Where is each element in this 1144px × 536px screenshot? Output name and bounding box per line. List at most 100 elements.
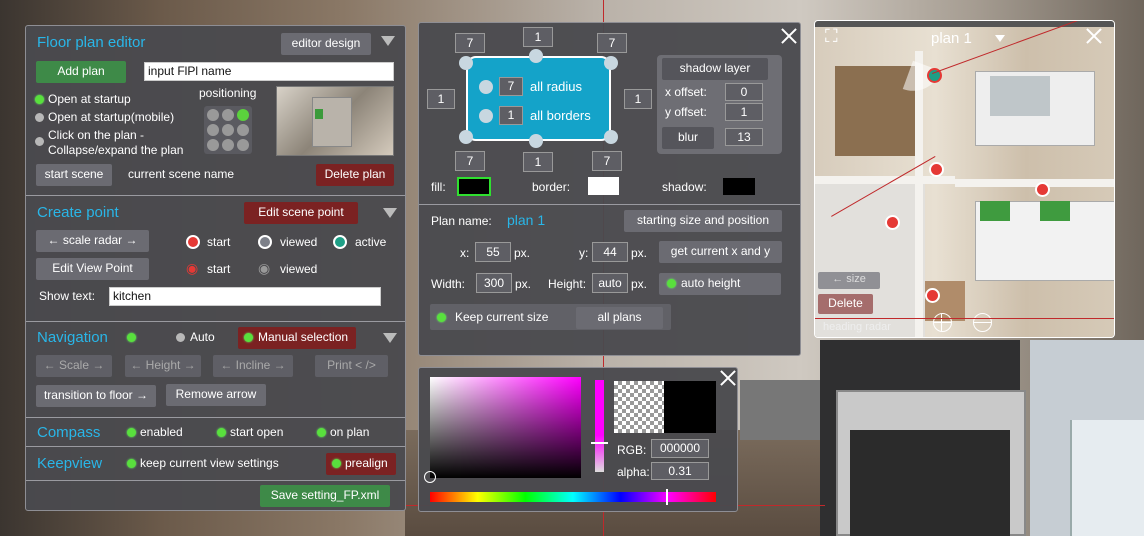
fullscreen-icon[interactable]: ⛶ [825, 26, 838, 47]
color-cursor[interactable] [424, 471, 436, 483]
hue-slider[interactable] [430, 492, 716, 502]
alpha-input[interactable]: 0.31 [651, 462, 709, 480]
shadow-color-swatch[interactable] [723, 178, 755, 195]
shadow-layer-button[interactable]: shadow layer [662, 58, 768, 80]
plan-point[interactable] [929, 162, 944, 177]
viewed-eye-icon[interactable]: ◉ [258, 260, 270, 277]
show-text-input[interactable]: kitchen [109, 287, 381, 306]
open-startup-mobile-radio[interactable] [35, 113, 44, 122]
y-input[interactable]: 44 [592, 242, 628, 262]
remove-arrow-button[interactable]: Remowe arrow [166, 384, 266, 406]
start-open-radio[interactable] [217, 428, 226, 437]
position-cell[interactable] [222, 139, 234, 151]
on-plan-radio[interactable] [317, 428, 326, 437]
click-collapse-radio[interactable] [35, 137, 44, 146]
handle-top[interactable] [529, 49, 543, 63]
border-right[interactable]: 1 [624, 89, 652, 109]
delete-plan-button[interactable]: Delete plan [316, 164, 394, 186]
start-point-color[interactable] [186, 235, 200, 249]
all-borders-input[interactable]: 1 [499, 106, 523, 125]
position-cell-selected[interactable] [237, 109, 249, 121]
border-left[interactable]: 1 [427, 89, 455, 109]
preview-delete-button[interactable]: Delete [818, 294, 873, 314]
radius-bottom-right[interactable]: 7 [592, 151, 622, 171]
auto-height-button[interactable]: auto height [659, 273, 781, 295]
start-eye-icon[interactable]: ◉ [186, 260, 198, 277]
active-point-color[interactable] [333, 235, 347, 249]
all-radius-input[interactable]: 7 [499, 77, 523, 96]
scale-radar-button[interactable]: ← scale radar → [36, 230, 149, 252]
plan-dropdown-icon[interactable] [995, 35, 1005, 42]
handle-bottom-right[interactable] [604, 130, 618, 144]
close-icon[interactable] [1085, 27, 1103, 45]
position-cell[interactable] [222, 124, 234, 136]
blur-input[interactable]: 13 [725, 128, 763, 146]
border-color-swatch[interactable] [588, 177, 619, 195]
x-offset-input[interactable]: 0 [725, 83, 763, 101]
edit-view-point-button[interactable]: Edit View Point [36, 258, 149, 280]
keep-current-radio[interactable] [127, 459, 136, 468]
start-scene-button[interactable]: start scene [36, 164, 112, 186]
saturation-value-area[interactable] [430, 377, 581, 478]
handle-bottom-left[interactable] [459, 130, 473, 144]
position-cell[interactable] [222, 109, 234, 121]
save-settings-button[interactable]: Save setting_FP.xml [260, 485, 390, 507]
hue-slider-handle[interactable] [666, 489, 668, 505]
radius-bottom-left[interactable]: 7 [455, 151, 485, 171]
height-input[interactable]: auto [592, 273, 628, 293]
border-bottom[interactable]: 1 [523, 152, 553, 172]
get-current-xy-button[interactable]: get current x and y [659, 241, 782, 263]
scale-button[interactable]: ← Scale → [36, 355, 112, 377]
print-button[interactable]: Print < /> [315, 355, 388, 377]
close-icon[interactable] [719, 369, 737, 387]
transition-floor-button[interactable]: transition to floor → [36, 385, 156, 407]
collapse-arrow-icon[interactable] [383, 333, 397, 343]
alpha-slider[interactable] [595, 380, 604, 472]
blur-button[interactable]: blur [662, 127, 714, 149]
position-cell[interactable] [207, 124, 219, 136]
position-cell[interactable] [207, 139, 219, 151]
enabled-radio[interactable] [127, 428, 136, 437]
size-button[interactable]: ← size [818, 272, 880, 289]
position-cell[interactable] [237, 124, 249, 136]
positioning-grid[interactable] [204, 106, 252, 154]
y-offset-input[interactable]: 1 [725, 103, 763, 121]
add-plan-button[interactable]: Add plan [36, 61, 126, 83]
handle-top-right[interactable] [604, 56, 618, 70]
x-input[interactable]: 55 [475, 242, 511, 262]
starting-size-button[interactable]: starting size and position [624, 210, 782, 232]
position-cell[interactable] [207, 109, 219, 121]
handle-top-left[interactable] [459, 56, 473, 70]
border-handle[interactable] [479, 109, 493, 123]
plan-point[interactable] [1035, 182, 1050, 197]
rgb-input[interactable]: 000000 [651, 439, 709, 458]
plan-preview[interactable]: ⛶ plan 1 ← size Delete heading radar [814, 20, 1115, 338]
radius-top-right[interactable]: 7 [597, 33, 627, 53]
open-startup-radio[interactable] [35, 95, 44, 104]
plan-name-value[interactable]: plan 1 [507, 212, 545, 228]
navigation-enabled-radio[interactable] [127, 333, 136, 342]
plan-name-input[interactable]: input FlPl name [144, 62, 394, 81]
border-top[interactable]: 1 [523, 27, 553, 47]
auto-radio[interactable] [176, 333, 185, 342]
width-input[interactable]: 300 [476, 273, 512, 293]
collapse-arrow-icon[interactable] [381, 36, 395, 46]
edit-scene-point-button[interactable]: Edit scene point [244, 202, 358, 224]
height-button[interactable]: ← Height → [125, 355, 201, 377]
alpha-slider-handle[interactable] [591, 442, 608, 444]
prealign-button[interactable]: prealign [326, 453, 396, 475]
plan-point[interactable] [925, 288, 940, 303]
manual-selection-button[interactable]: Manual selection [238, 327, 356, 349]
editor-design-button[interactable]: editor design [281, 33, 371, 55]
plan-point[interactable] [885, 215, 900, 230]
fill-color-swatch[interactable] [457, 177, 491, 196]
radius-top-left[interactable]: 7 [455, 33, 485, 53]
incline-button[interactable]: ← Incline → [213, 355, 293, 377]
radius-handle[interactable] [479, 80, 493, 94]
position-cell[interactable] [237, 139, 249, 151]
viewed-point-color[interactable] [258, 235, 272, 249]
all-plans-button[interactable]: all plans [576, 307, 663, 329]
close-icon[interactable] [780, 27, 798, 45]
collapse-arrow-icon[interactable] [383, 208, 397, 218]
handle-bottom[interactable] [529, 134, 543, 148]
